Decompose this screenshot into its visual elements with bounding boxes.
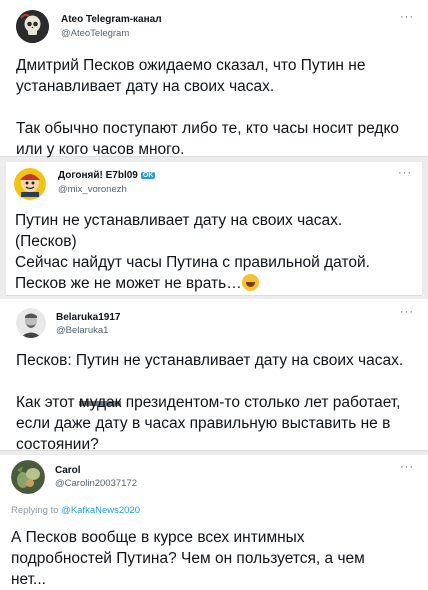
text-line: устанавливает дату на своих часах.: [16, 78, 275, 95]
text-line: Как этот мудак президентом-то столько ле…: [16, 392, 403, 413]
tweet-ateo[interactable]: Ateo Telegram-канал @AteoTelegram ··· Дм…: [0, 0, 428, 160]
tweet-text: А Песков вообще в курсе всех интимных по…: [11, 527, 365, 590]
author-name[interactable]: Догоняй! E7bl09 OK: [58, 170, 156, 181]
skull-avatar-icon[interactable]: [16, 10, 49, 43]
replying-to-link[interactable]: @KafkaNews2020: [61, 505, 140, 516]
tweet-text: Песков: Путин не устанавливает дату на с…: [16, 350, 403, 455]
text-line: Путин не устанавливает дату на своих час…: [15, 212, 343, 229]
tweet-text: Дмитрий Песков ожидаемо сказал, что Пути…: [16, 55, 399, 160]
text-line: Песков же не может не врать…: [15, 273, 370, 294]
author-name-text: Догоняй! E7bl09: [58, 170, 138, 181]
author-handle[interactable]: @Belaruka1: [56, 325, 108, 336]
author-name[interactable]: Belaruka1917: [56, 312, 121, 323]
more-options-icon[interactable]: ···: [400, 306, 414, 318]
replying-to-prefix: Replying to: [11, 505, 62, 516]
text-fragment: президентом-то столько лет работает,: [121, 394, 401, 411]
more-options-icon[interactable]: ···: [398, 167, 412, 179]
text-line: Песков: Путин не устанавливает дату на с…: [16, 352, 404, 369]
author-handle[interactable]: @mix_voronezh: [58, 184, 127, 195]
feed: Ateo Telegram-канал @AteoTelegram ··· Дм…: [0, 0, 428, 590]
verified-badge: OK: [140, 172, 156, 179]
text-line: нет...: [11, 571, 46, 588]
text-fragment: Как этот: [16, 394, 79, 411]
text-line: Дмитрий Песков ожидаемо сказал, что Пути…: [16, 57, 366, 74]
more-options-icon[interactable]: ···: [400, 461, 414, 473]
cartoon-avatar-icon[interactable]: [14, 168, 46, 200]
portrait-avatar-icon[interactable]: [16, 308, 46, 338]
tweet-carol[interactable]: Carol @Carolin20037172 ··· Replying to @…: [0, 455, 428, 590]
text-line-content: Песков же не может не врать…: [15, 275, 242, 292]
tweet-text: Путин не устанавливает дату на своих час…: [15, 210, 370, 294]
censored-word: мудак: [78, 394, 122, 411]
replying-to: Replying to @KafkaNews2020: [11, 505, 140, 516]
tweet-belaruka[interactable]: Belaruka1917 @Belaruka1 ··· Песков: Пути…: [0, 299, 428, 453]
text-line: Сейчас найдут часы Путина с правильной д…: [15, 254, 370, 271]
text-line: состоянии?: [16, 436, 99, 453]
author-name[interactable]: Ateo Telegram-канал: [61, 14, 162, 25]
text-line: если даже дату в часах правильную выстав…: [16, 415, 391, 432]
author-handle[interactable]: @AteoTelegram: [61, 28, 129, 39]
more-options-icon[interactable]: ···: [400, 11, 414, 23]
laughing-emoji-icon: [241, 274, 259, 291]
author-name[interactable]: Carol: [55, 465, 81, 476]
tweet-dogonyai[interactable]: Догоняй! E7bl09 OK @mix_voronezh ··· Пути…: [6, 162, 422, 296]
text-line: А Песков вообще в курсе всех интимных: [11, 529, 305, 546]
text-line: Так обычно поступают либо те, кто часы н…: [16, 120, 400, 137]
author-handle[interactable]: @Carolin20037172: [55, 478, 137, 489]
text-line: подробностей Путина? Чем он пользуется, …: [11, 550, 365, 567]
text-line: или у кого часов много.: [16, 141, 185, 158]
nature-avatar-icon[interactable]: [11, 460, 45, 494]
text-line: (Песков): [15, 233, 77, 250]
